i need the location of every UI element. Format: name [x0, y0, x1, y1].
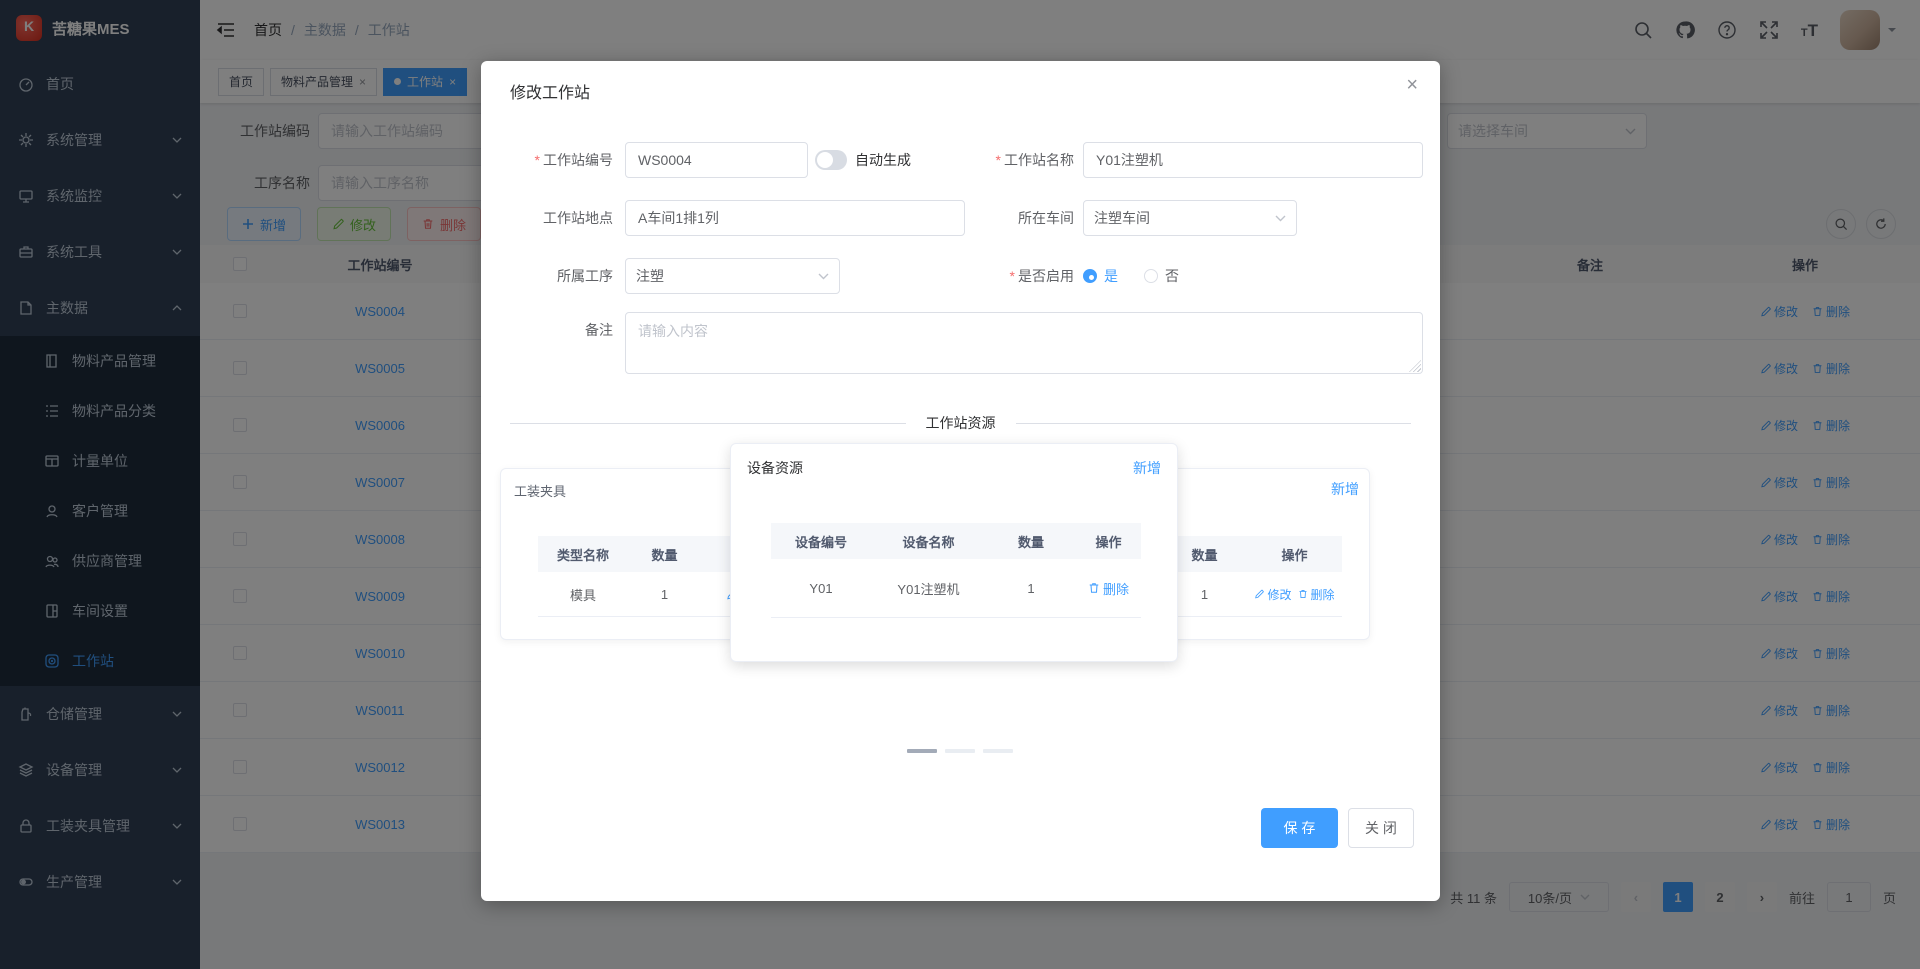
name-label: * 工作站名称	[995, 152, 1074, 168]
carousel-indicator-1[interactable]	[907, 749, 937, 753]
equipment-table-row: Y01 Y01注塑机 1 删除	[809, 579, 1129, 598]
resources-divider: 工作站资源	[510, 413, 1411, 433]
code-input[interactable]	[625, 142, 808, 178]
radio-icon	[1083, 269, 1097, 283]
location-label: 工作站地点	[543, 210, 613, 226]
extra-edit-link[interactable]: 修改	[1254, 586, 1292, 603]
auto-generate-label: 自动生成	[855, 152, 911, 168]
radio-icon	[1144, 269, 1158, 283]
equipment-add-link[interactable]: 新增	[1133, 458, 1161, 478]
workshop-label: 所在车间	[1018, 210, 1074, 226]
modal-close-icon[interactable]: ×	[1406, 75, 1418, 95]
equipment-card-title: 设备资源	[747, 460, 803, 476]
enabled-radio-group: 是 否	[1083, 258, 1179, 294]
extra-table-header: 数量 操作	[1162, 536, 1342, 572]
equipment-table-header: 设备编号 设备名称 数量 操作	[771, 523, 1141, 559]
location-input[interactable]	[625, 200, 965, 236]
remark-label: 备注	[585, 322, 613, 338]
carousel-indicator-3[interactable]	[983, 749, 1013, 753]
equipment-resource-card: 设备资源 新增 设备编号 设备名称 数量 操作 Y01 Y01注塑机 1 删除	[730, 443, 1178, 662]
auto-generate-toggle[interactable]	[815, 150, 847, 170]
code-label: * 工作站编号	[534, 152, 613, 168]
enabled-label: * 是否启用	[1009, 268, 1074, 284]
extra-add-link[interactable]: 新增	[1331, 479, 1359, 499]
edit-workstation-modal: 修改工作站 × *工作站编号 自动生成 *工作站名称 工作站地点 所在车间 注塑…	[481, 61, 1440, 901]
modal-title: 修改工作站	[510, 85, 591, 102]
process-select[interactable]: 注塑	[625, 258, 840, 294]
remark-textarea[interactable]	[625, 312, 1423, 374]
close-button[interactable]: 关 闭	[1348, 808, 1414, 848]
name-input[interactable]	[1083, 142, 1423, 178]
fixtures-card-title: 工装夹具	[514, 484, 567, 499]
extra-delete-link[interactable]: 删除	[1298, 586, 1335, 603]
equipment-delete-link[interactable]: 删除	[1088, 579, 1129, 598]
resources-section-title: 工作站资源	[925, 415, 996, 431]
workshop-select[interactable]: 注塑车间	[1083, 200, 1297, 236]
chevron-down-icon	[1275, 215, 1286, 222]
process-label: 所属工序	[557, 268, 613, 284]
carousel-indicators	[907, 749, 1013, 753]
chevron-down-icon	[818, 273, 829, 280]
carousel-indicator-2[interactable]	[945, 749, 975, 753]
save-button[interactable]: 保 存	[1261, 808, 1338, 848]
enabled-no-radio[interactable]: 否	[1144, 266, 1179, 286]
enabled-yes-radio[interactable]: 是	[1083, 266, 1118, 286]
extra-table-row: 1 修改 删除	[1200, 586, 1335, 603]
